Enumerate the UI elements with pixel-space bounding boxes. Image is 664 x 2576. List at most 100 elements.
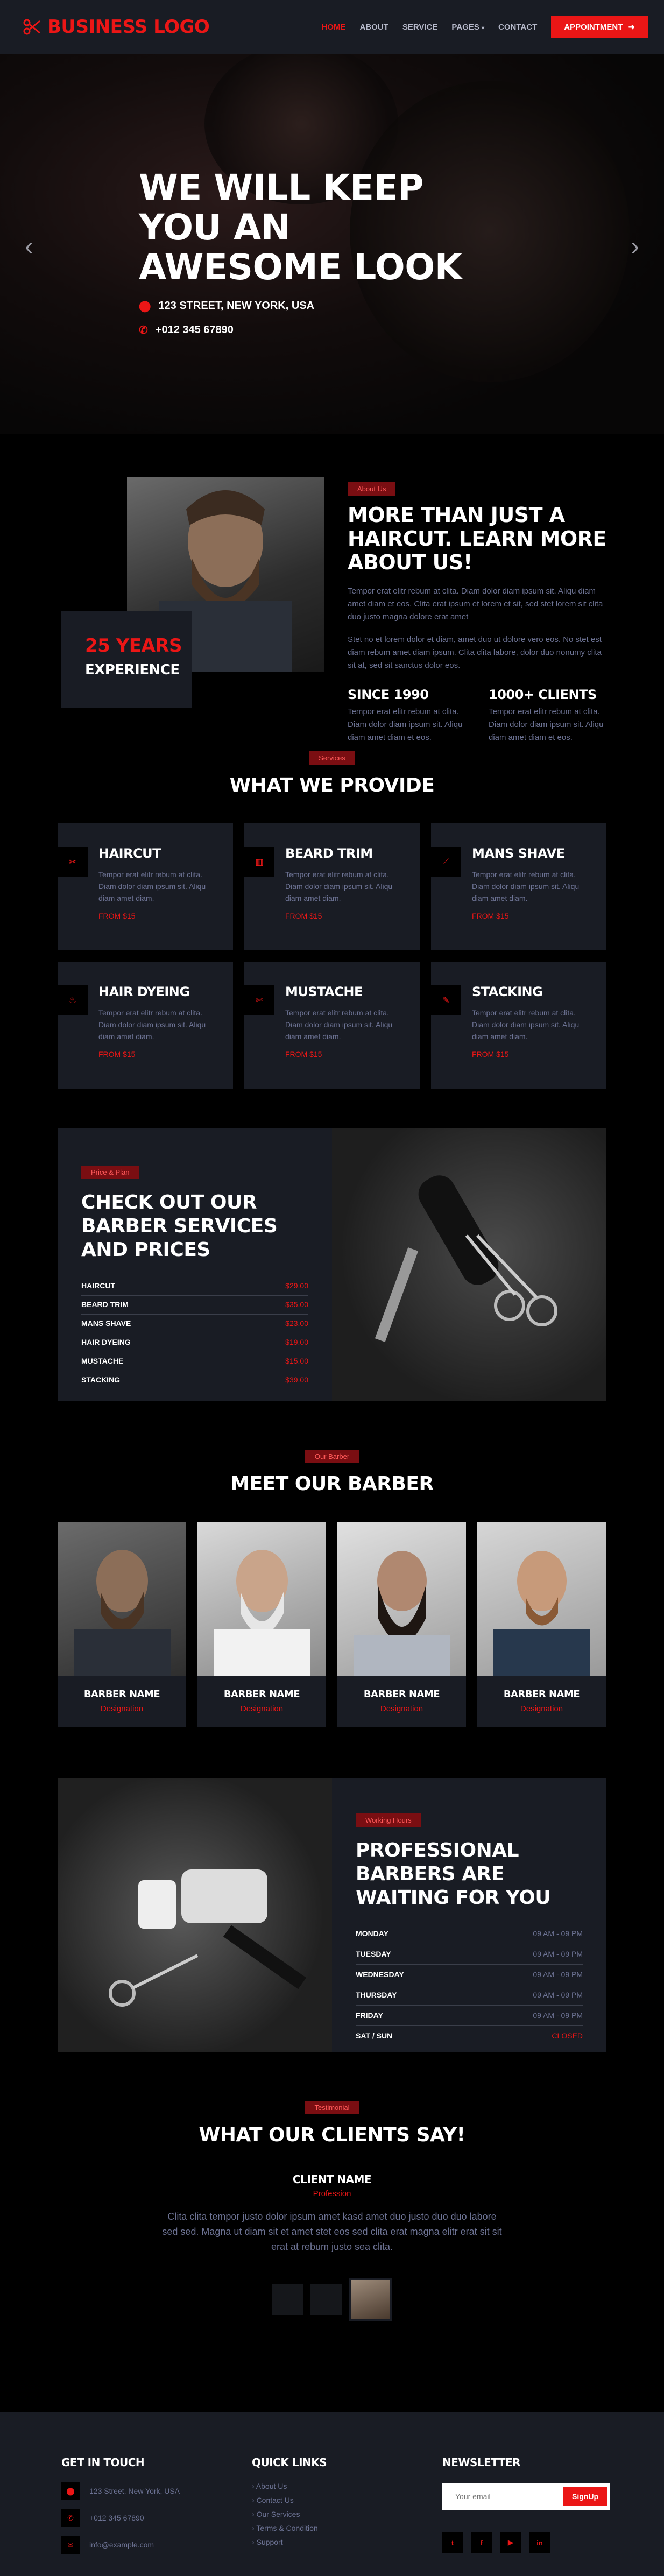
service-text: Tempor erat elitr rebum at clita. Diam d…	[472, 1008, 580, 1041]
barber-name: BARBER NAME	[83, 1689, 160, 1700]
barber-designation: Designation	[240, 1704, 284, 1713]
barber-photo	[337, 1522, 466, 1676]
service-price: FROM $15	[472, 1050, 509, 1058]
hours-time: 09 AM - 09 PM	[533, 1991, 583, 1999]
facebook-icon[interactable]: f	[471, 2532, 492, 2553]
footer-link-label: About Us	[256, 2482, 287, 2490]
nav-contact[interactable]: CONTACT	[498, 23, 537, 32]
razor-icon: ⟋	[431, 847, 461, 877]
testimonial-thumbnails	[0, 2278, 664, 2321]
hours-row: SAT / SUN CLOSED	[356, 2026, 583, 2046]
price-row: HAIRCUT $29.00	[81, 1277, 308, 1296]
service-price: FROM $15	[285, 1050, 322, 1058]
scissors-icon: ✄	[244, 985, 274, 1015]
newsletter-email-input[interactable]	[455, 2492, 563, 2501]
signup-button[interactable]: SignUp	[563, 2487, 607, 2506]
team-member-card[interactable]: BARBER NAME Designation	[58, 1522, 186, 1727]
footer: GET IN TOUCH ⬤ 123 Street, New York, USA …	[0, 2412, 664, 2576]
hours-time: 09 AM - 09 PM	[533, 1970, 583, 1979]
carousel-next-icon[interactable]: ›	[631, 231, 639, 260]
stat-since-title: SINCE 1990	[348, 687, 429, 702]
team-member-card[interactable]: BARBER NAME Designation	[337, 1522, 466, 1727]
stat-clients: 1000+ CLIENTS Tempor erat elitr rebum at …	[489, 687, 608, 744]
hero-address-text: 123 STREET, NEW YORK, USA	[158, 300, 315, 312]
hours-day: THURSDAY	[356, 1991, 397, 1999]
newsletter-form: SignUp	[442, 2483, 610, 2510]
hours-title: PROFESSIONAL BARBERS ARE WAITING FOR YOU	[356, 1839, 551, 1909]
nav-about[interactable]: ABOUT	[360, 23, 388, 32]
client-profession: Profession	[313, 2189, 351, 2198]
pricing-title: CHECK OUT OUR BARBER SERVICES AND PRICES	[81, 1191, 278, 1261]
service-text: Tempor erat elitr rebum at clita. Diam d…	[98, 1008, 206, 1041]
price-row-value: $15.00	[285, 1357, 308, 1365]
nav-home[interactable]: HOME	[322, 23, 346, 32]
client-thumbnail[interactable]	[310, 2284, 342, 2315]
footer-phone-text: +012 345 67890	[89, 2514, 144, 2522]
brush-icon: ✎	[431, 985, 461, 1015]
barber-designation: Designation	[520, 1704, 563, 1713]
team-member-card[interactable]: BARBER NAME Designation	[477, 1522, 606, 1727]
barber-tools-image	[332, 1128, 606, 1401]
service-card-mustache[interactable]: ✄ MUSTACHE Tempor erat elitr rebum at clit…	[244, 962, 420, 1089]
business-logo[interactable]: BUSINESS LOGO	[23, 16, 210, 38]
stat-clients-title: 1000+ CLIENTS	[489, 687, 597, 702]
phone-icon: ✆	[61, 2509, 80, 2527]
hero-address: ⬤ 123 STREET, NEW YORK, USA	[139, 299, 472, 313]
services-tag: Services	[309, 751, 355, 765]
service-name: HAIRCUT	[98, 846, 161, 861]
price-row-name: STACKING	[81, 1375, 121, 1384]
barber-tools-image	[58, 1778, 332, 2052]
footer-link-terms[interactable]: › Terms & Condition	[252, 2524, 327, 2532]
footer-link-support[interactable]: › Support	[252, 2538, 327, 2546]
footer-link-services[interactable]: › Our Services	[252, 2510, 327, 2518]
trimmer-icon: ▥	[244, 847, 274, 877]
footer-phone: ✆ +012 345 67890	[61, 2509, 180, 2527]
price-row: MUSTACHE $15.00	[81, 1352, 308, 1371]
nav-service[interactable]: SERVICE	[402, 23, 438, 32]
stat-clients-text: Tempor erat elitr rebum at clita. Diam d…	[489, 707, 604, 742]
price-row-name: MUSTACHE	[81, 1357, 124, 1365]
service-card-beard-trim[interactable]: ▥ BEARD TRIM Tempor erat elitr rebum at cl…	[244, 823, 420, 950]
dye-bottle-icon: ♨	[58, 985, 88, 1015]
team-tag: Our Barber	[305, 1450, 359, 1463]
map-marker-icon: ⬤	[61, 2482, 80, 2500]
service-price: FROM $15	[285, 912, 322, 920]
service-card-stacking[interactable]: ✎ STACKING Tempor erat elitr rebum at clit…	[431, 962, 606, 1089]
experience-box: 25 YEARS EXPERIENCE	[61, 611, 192, 708]
barber-name: BARBER NAME	[223, 1689, 300, 1700]
hours-time: 09 AM - 09 PM	[533, 2011, 583, 2020]
footer-link-label: Terms & Condition	[256, 2524, 318, 2532]
price-row-name: BEARD TRIM	[81, 1300, 129, 1309]
twitter-icon[interactable]: t	[442, 2532, 463, 2553]
hours-day: SAT / SUN	[356, 2031, 393, 2040]
nav-pages[interactable]: PAGES ▾	[451, 23, 484, 32]
client-thumbnail[interactable]	[272, 2284, 303, 2315]
service-card-haircut[interactable]: ✂ HAIRCUT Tempor erat elitr rebum at clita…	[58, 823, 233, 950]
service-card-hair-dyeing[interactable]: ♨ HAIR DYEING Tempor erat elitr rebum at c…	[58, 962, 233, 1089]
hours-day: TUESDAY	[356, 1950, 391, 1958]
client-thumbnail-active[interactable]	[349, 2278, 392, 2321]
barber-name: BARBER NAME	[363, 1689, 440, 1700]
price-row-name: HAIRCUT	[81, 1281, 115, 1290]
service-card-mans-shave[interactable]: ⟋ MANS SHAVE Tempor erat elitr rebum at cl…	[431, 823, 606, 950]
footer-contact-title: GET IN TOUCH	[61, 2456, 145, 2469]
appointment-button[interactable]: Appointment ➜	[551, 16, 648, 38]
hours-row: THURSDAY 09 AM - 09 PM	[356, 1985, 583, 2006]
price-row: BEARD TRIM $35.00	[81, 1296, 308, 1315]
price-row: HAIR DYEING $19.00	[81, 1333, 308, 1352]
barber-photo	[197, 1522, 326, 1676]
hero-carousel: ‹ › WE WILL KEEP YOU AN AWESOME LOOK ⬤ 12…	[0, 0, 664, 434]
footer-link-about[interactable]: › About Us	[252, 2482, 327, 2490]
team-member-card[interactable]: BARBER NAME Designation	[197, 1522, 326, 1727]
youtube-icon[interactable]: ▶	[500, 2532, 521, 2553]
price-row: STACKING $39.00	[81, 1371, 308, 1389]
footer-link-contact[interactable]: › Contact Us	[252, 2496, 327, 2504]
hero-phone-text: +012 345 67890	[155, 324, 234, 336]
price-row: MANS SHAVE $23.00	[81, 1315, 308, 1333]
service-text: Tempor erat elitr rebum at clita. Diam d…	[98, 870, 206, 902]
testimonial-section: Testimonial WHAT OUR CLIENTS SAY! CLIENT…	[0, 2052, 664, 2412]
footer-email-text[interactable]: info@example.com	[89, 2540, 154, 2549]
hours-time: 09 AM - 09 PM	[533, 1950, 583, 1958]
linkedin-icon[interactable]: in	[529, 2532, 550, 2553]
carousel-prev-icon[interactable]: ‹	[25, 231, 33, 260]
